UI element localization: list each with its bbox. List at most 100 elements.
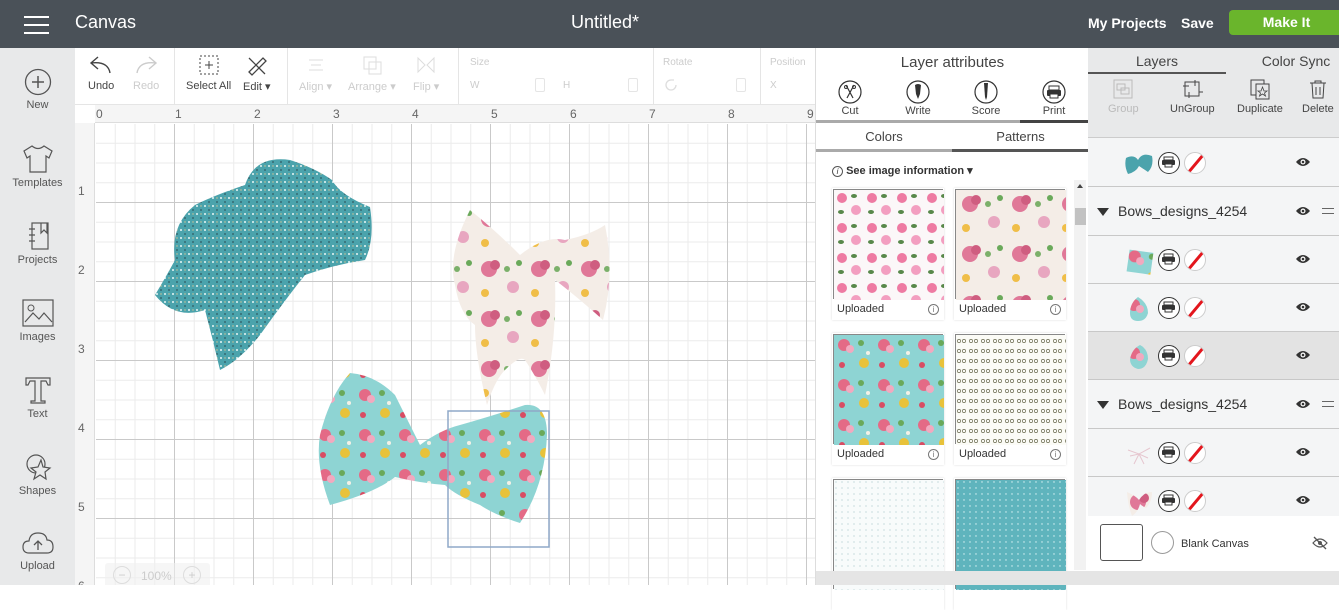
layer-row[interactable] bbox=[1088, 429, 1339, 477]
zoom-out-button[interactable]: − bbox=[113, 566, 131, 584]
design-canvas[interactable]: 0 1 2 3 4 5 6 7 8 9 1 2 3 4 5 6 bbox=[75, 105, 815, 585]
group-button[interactable]: Group bbox=[1108, 78, 1139, 115]
pattern-swatch[interactable]: Uploaded i bbox=[832, 333, 944, 465]
scrollbar-thumb[interactable] bbox=[1075, 208, 1086, 225]
tab-color-sync[interactable]: Color Sync bbox=[1226, 48, 1339, 74]
layer-row[interactable] bbox=[1088, 477, 1339, 517]
blank-canvas-label: Blank Canvas bbox=[1181, 538, 1249, 550]
sidebar-item-text[interactable]: Text bbox=[0, 375, 75, 420]
rotate-stepper[interactable] bbox=[736, 78, 746, 92]
delete-button[interactable]: Delete bbox=[1302, 78, 1334, 115]
see-image-information-dropdown[interactable]: i See image information ▾ bbox=[832, 164, 973, 177]
sidebar-item-projects[interactable]: Projects bbox=[0, 221, 75, 266]
pattern-swatch[interactable] bbox=[832, 478, 944, 610]
no-fill-icon[interactable] bbox=[1184, 297, 1206, 319]
top-bar: Canvas Untitled* My Projects Save Make I… bbox=[0, 0, 1339, 48]
no-fill-icon[interactable] bbox=[1184, 345, 1206, 367]
tab-patterns[interactable]: Patterns bbox=[952, 123, 1089, 152]
document-title[interactable]: Untitled* bbox=[0, 12, 1210, 33]
undo-button[interactable]: Undo bbox=[88, 54, 114, 92]
collapse-caret-icon[interactable] bbox=[1097, 208, 1109, 216]
pattern-swatch[interactable]: Uploaded i bbox=[954, 188, 1066, 320]
info-icon[interactable]: i bbox=[1050, 304, 1061, 315]
arrange-button[interactable]: Arrange ▾ bbox=[348, 54, 396, 93]
print-then-cut-icon[interactable] bbox=[1158, 442, 1180, 464]
layer-group-row[interactable]: Bows_designs_4254 bbox=[1088, 381, 1339, 429]
print-then-cut-icon[interactable] bbox=[1158, 297, 1180, 319]
blank-canvas-row[interactable]: Blank Canvas bbox=[1088, 516, 1339, 571]
no-fill-icon[interactable] bbox=[1184, 442, 1206, 464]
aqua-floral-bow bbox=[318, 373, 547, 523]
drag-handle-icon[interactable] bbox=[1322, 401, 1334, 407]
height-stepper[interactable] bbox=[628, 78, 638, 92]
operation-print[interactable]: Print bbox=[1020, 80, 1088, 117]
eye-icon[interactable] bbox=[1295, 349, 1311, 361]
pattern-label: Uploaded bbox=[837, 303, 885, 315]
sidebar-item-new[interactable]: New bbox=[0, 68, 75, 111]
info-icon[interactable]: i bbox=[928, 304, 939, 315]
layer-group-name[interactable]: Bows_designs_4254 bbox=[1118, 396, 1247, 412]
scroll-up-arrow[interactable] bbox=[1077, 184, 1083, 188]
layer-group-name[interactable]: Bows_designs_4254 bbox=[1118, 203, 1247, 219]
canvas-color-picker[interactable] bbox=[1151, 531, 1174, 554]
eye-icon[interactable] bbox=[1295, 494, 1311, 506]
ungroup-button[interactable]: UnGroup bbox=[1170, 78, 1215, 115]
sidebar-item-images[interactable]: Images bbox=[0, 298, 75, 343]
save-button[interactable]: Save bbox=[1181, 15, 1214, 31]
eye-icon[interactable] bbox=[1295, 253, 1311, 265]
pattern-swatch[interactable] bbox=[954, 478, 1066, 610]
zoom-in-button[interactable]: + bbox=[183, 566, 201, 584]
layer-group-row[interactable]: Bows_designs_4254 bbox=[1088, 188, 1339, 236]
eye-icon[interactable] bbox=[1295, 446, 1311, 458]
eye-icon[interactable] bbox=[1295, 398, 1311, 410]
eye-icon[interactable] bbox=[1295, 156, 1311, 168]
print-then-cut-icon[interactable] bbox=[1158, 490, 1180, 512]
select-all-button[interactable]: Select All bbox=[186, 54, 231, 92]
info-icon[interactable]: i bbox=[928, 449, 939, 460]
trash-icon bbox=[1309, 80, 1326, 99]
flip-button[interactable]: Flip ▾ bbox=[413, 54, 439, 93]
sidebar-item-shapes[interactable]: Shapes bbox=[0, 452, 75, 497]
print-then-cut-icon[interactable] bbox=[1158, 152, 1180, 174]
canvas-swatch[interactable] bbox=[1100, 524, 1143, 561]
tab-layers[interactable]: Layers bbox=[1088, 48, 1226, 74]
scissors-icon bbox=[838, 80, 862, 104]
patterns-scrollbar[interactable] bbox=[1074, 180, 1086, 570]
operation-write[interactable]: Write bbox=[884, 80, 952, 117]
align-button[interactable]: Align ▾ bbox=[299, 54, 332, 93]
layer-thumbnail bbox=[1127, 447, 1151, 465]
operation-cut[interactable]: Cut bbox=[816, 80, 884, 117]
edit-menu-button[interactable]: Edit ▾ bbox=[243, 54, 271, 93]
duplicate-button[interactable]: Duplicate bbox=[1237, 78, 1283, 115]
drag-handle-icon[interactable] bbox=[1322, 208, 1334, 214]
info-icon[interactable]: i bbox=[1050, 449, 1061, 460]
no-fill-icon[interactable] bbox=[1184, 249, 1206, 271]
layer-row[interactable] bbox=[1088, 284, 1339, 332]
scoring-stylus-icon bbox=[974, 80, 998, 104]
sidebar-item-templates[interactable]: Templates bbox=[0, 144, 75, 189]
tab-colors[interactable]: Colors bbox=[816, 123, 952, 152]
ungroup-label: UnGroup bbox=[1170, 103, 1215, 115]
print-then-cut-icon[interactable] bbox=[1158, 345, 1180, 367]
no-fill-icon[interactable] bbox=[1184, 152, 1206, 174]
eye-icon[interactable] bbox=[1295, 205, 1311, 217]
layer-row[interactable] bbox=[1088, 236, 1339, 284]
duplicate-label: Duplicate bbox=[1237, 103, 1283, 115]
layer-row-selected[interactable] bbox=[1088, 332, 1339, 380]
operation-score[interactable]: Score bbox=[952, 80, 1020, 117]
layer-row[interactable] bbox=[1088, 139, 1339, 187]
layers-bottom-bar bbox=[1088, 571, 1339, 585]
pattern-swatch[interactable]: Uploaded i bbox=[832, 188, 944, 320]
my-projects-link[interactable]: My Projects bbox=[1088, 15, 1167, 31]
print-then-cut-icon[interactable] bbox=[1158, 249, 1180, 271]
width-stepper[interactable] bbox=[535, 78, 545, 92]
select-all-icon bbox=[199, 55, 219, 75]
no-fill-icon[interactable] bbox=[1184, 490, 1206, 512]
redo-button[interactable]: Redo bbox=[133, 54, 159, 92]
eye-hidden-icon[interactable] bbox=[1312, 536, 1328, 550]
sidebar-item-upload[interactable]: Upload bbox=[0, 529, 75, 572]
eye-icon[interactable] bbox=[1295, 301, 1311, 313]
collapse-caret-icon[interactable] bbox=[1097, 401, 1109, 409]
make-it-button[interactable]: Make It bbox=[1229, 10, 1339, 35]
pattern-swatch[interactable]: Uploaded i bbox=[954, 333, 1066, 465]
